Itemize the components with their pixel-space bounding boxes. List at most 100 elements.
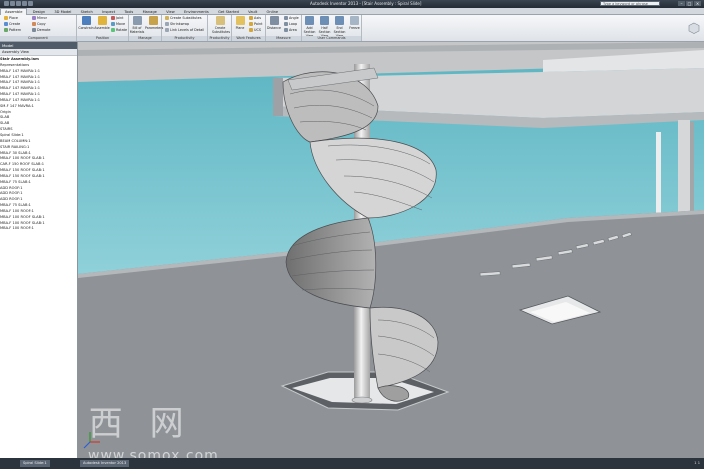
browser-header[interactable]: Model bbox=[0, 42, 77, 49]
copy-icon bbox=[32, 22, 36, 26]
panel-work-features-label: Work Features bbox=[232, 36, 265, 41]
quick-access-toolbar[interactable] bbox=[4, 1, 64, 7]
browser-tree: Stair Assembly.iam Representations MBA-F… bbox=[0, 56, 77, 232]
angle-button[interactable]: Angle bbox=[284, 16, 299, 20]
plane-button[interactable]: Plane bbox=[232, 16, 248, 30]
panel-measure-label: Measure bbox=[266, 36, 301, 41]
pattern-button[interactable]: Pattern bbox=[4, 28, 21, 32]
loop-icon bbox=[284, 22, 288, 26]
demote-icon bbox=[32, 28, 36, 32]
graphics-window[interactable] bbox=[78, 42, 704, 458]
panel-relationships-label: Productivity bbox=[208, 36, 231, 41]
move-button[interactable]: Move bbox=[111, 22, 125, 26]
end-section-view-button[interactable]: End Section View bbox=[332, 16, 347, 38]
panel-position-label: Position bbox=[77, 36, 128, 41]
create-icon bbox=[4, 22, 8, 26]
create-button[interactable]: Create bbox=[4, 22, 20, 26]
help-search-input[interactable]: Type a keyword or phrase bbox=[600, 1, 660, 6]
bill-of-materials-button[interactable]: Bill of Materials bbox=[129, 16, 145, 34]
title-bar: Autodesk Inventor 2013 - [Stair Assembly… bbox=[0, 0, 704, 8]
panel-productivity: Create Substitutes Shrinkwrap Link Level… bbox=[162, 15, 208, 41]
ruler-icon bbox=[269, 16, 279, 25]
status-counts: 1 1 bbox=[694, 461, 700, 465]
link-lod-button[interactable]: Link Levels of Detail bbox=[165, 28, 204, 32]
panel-productivity-label: Productivity bbox=[162, 36, 207, 41]
open-icon[interactable] bbox=[10, 1, 15, 6]
constrain-icon bbox=[81, 16, 91, 25]
plane-icon bbox=[235, 16, 245, 25]
pole-base bbox=[351, 396, 373, 404]
point-icon bbox=[249, 22, 253, 26]
angle-icon bbox=[284, 16, 288, 20]
ucs-button[interactable]: UCS bbox=[249, 28, 261, 32]
save-icon[interactable] bbox=[16, 1, 21, 6]
column bbox=[678, 120, 690, 224]
ribbon-tabs: Assemble Design 3D Model Sketch Inspect … bbox=[0, 8, 704, 15]
assemble-button[interactable]: Assemble bbox=[94, 16, 110, 30]
panel-relationships: Create Substitutes Productivity bbox=[208, 15, 232, 41]
tree-item[interactable]: MBA-F 100 ROOF:1 bbox=[0, 226, 77, 232]
document-tab[interactable]: Spiral Slide:1 bbox=[20, 460, 50, 467]
panel-manage-label: Manage bbox=[129, 36, 161, 41]
status-bar: Spiral Slide:1 Autodesk Inventor 2013 1 … bbox=[0, 458, 704, 469]
freeze-icon bbox=[350, 16, 359, 25]
viewcube-icon[interactable] bbox=[688, 22, 700, 35]
add-section-view-button[interactable]: Add Section View bbox=[302, 16, 317, 38]
window-title: Autodesk Inventor 2013 - [Stair Assembly… bbox=[310, 1, 422, 6]
joint-button[interactable]: Joint bbox=[111, 16, 124, 20]
substitutes-icon bbox=[165, 16, 169, 20]
half-section-icon bbox=[320, 16, 329, 25]
place-button[interactable]: Place bbox=[4, 16, 18, 20]
mirror-icon bbox=[32, 16, 36, 20]
joint-icon bbox=[111, 16, 115, 20]
panel-component: Place Create Pattern Mirror Copy Demote … bbox=[0, 15, 77, 41]
constrain-button[interactable]: Constrain bbox=[78, 16, 94, 30]
demote-button[interactable]: Demote bbox=[32, 28, 51, 32]
substitutes-big-button[interactable]: Create Substitutes bbox=[212, 16, 230, 34]
section-icon bbox=[305, 16, 314, 25]
browser-filter[interactable]: Assembly View bbox=[0, 49, 77, 56]
move-icon bbox=[111, 22, 115, 26]
minimize-button[interactable]: – bbox=[678, 1, 685, 6]
maximize-button[interactable]: □ bbox=[686, 1, 693, 6]
tab-assemble[interactable]: Assemble bbox=[0, 8, 28, 15]
axis-button[interactable]: Axis bbox=[249, 16, 261, 20]
create-substitutes-button[interactable]: Create Substitutes bbox=[165, 16, 202, 20]
place-icon bbox=[4, 16, 8, 20]
panel-position: Constrain Assemble Joint Move Rotate Pos… bbox=[77, 15, 129, 41]
column-thin bbox=[656, 132, 661, 222]
shrinkwrap-button[interactable]: Shrinkwrap bbox=[165, 22, 189, 26]
axis-icon bbox=[249, 16, 253, 20]
shrinkwrap-icon bbox=[165, 22, 169, 26]
document-tab-2[interactable]: Autodesk Inventor 2013 bbox=[80, 460, 130, 467]
panel-work-features: Plane Axis Point UCS Work Features bbox=[232, 15, 266, 41]
panel-measure: Distance Angle Loop Area Measure bbox=[266, 15, 302, 41]
end-section-icon bbox=[335, 16, 344, 25]
rotate-icon bbox=[111, 28, 115, 32]
bom-icon bbox=[132, 16, 142, 25]
half-section-view-button[interactable]: Half Section View bbox=[317, 16, 332, 38]
assemble-icon bbox=[97, 16, 107, 25]
substitute-icon bbox=[215, 16, 225, 25]
ucs-icon bbox=[249, 28, 253, 32]
column-shade bbox=[690, 122, 694, 224]
panel-manage: Bill of Materials Parameters Manage bbox=[129, 15, 163, 41]
redo-icon[interactable] bbox=[28, 1, 33, 6]
panel-component-label: Component bbox=[0, 36, 76, 41]
area-button[interactable]: Area bbox=[284, 28, 297, 32]
new-icon[interactable] bbox=[4, 1, 9, 6]
model-browser: Model Assembly View Stair Assembly.iam R… bbox=[0, 42, 78, 458]
freeze-button[interactable]: Freeze bbox=[347, 16, 362, 30]
close-button[interactable]: × bbox=[694, 1, 701, 6]
parameters-button[interactable]: Parameters bbox=[145, 16, 163, 30]
rotate-button[interactable]: Rotate bbox=[111, 28, 127, 32]
loop-button[interactable]: Loop bbox=[284, 22, 297, 26]
copy-button[interactable]: Copy bbox=[32, 22, 46, 26]
window-controls: – □ × bbox=[677, 1, 701, 6]
link-icon bbox=[165, 28, 169, 32]
mirror-button[interactable]: Mirror bbox=[32, 16, 47, 20]
distance-button[interactable]: Distance bbox=[266, 16, 282, 30]
model-view[interactable] bbox=[78, 42, 704, 458]
undo-icon[interactable] bbox=[22, 1, 27, 6]
point-button[interactable]: Point bbox=[249, 22, 262, 26]
